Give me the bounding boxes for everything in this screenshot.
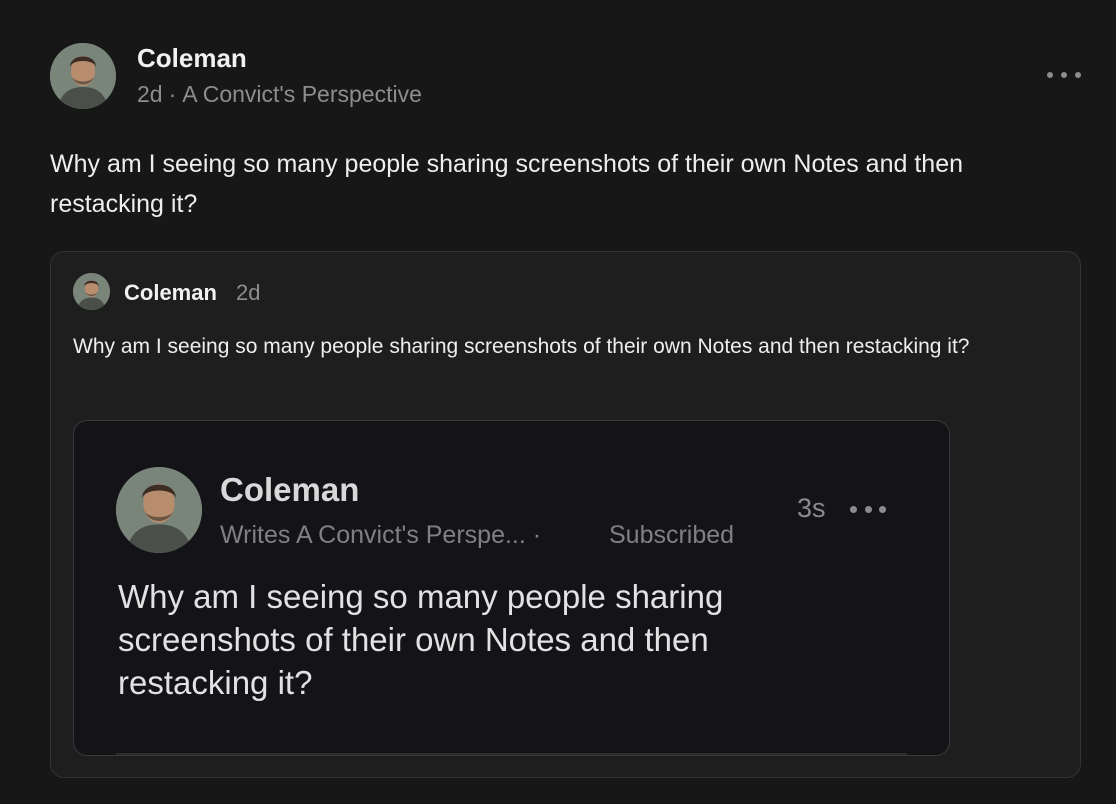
more-dot-icon [864,505,872,513]
more-options-button[interactable] [1047,62,1081,88]
note-post: Coleman 2d · A Convict's Perspective Why a… [0,0,1116,804]
screenshot-subscribed-status: Subscribed [609,521,735,549]
screenshot-writes-label: Writes A Convict's Perspe... · [220,521,541,550]
more-dot-icon [879,505,886,513]
avatar-portrait-icon [73,273,110,310]
quoted-author-avatar[interactable] [73,273,110,310]
more-dot-icon [1061,72,1067,78]
screenshot-more-icon [850,499,886,519]
screenshot-author-name: Coleman [220,471,360,508]
quoted-author-name[interactable]: Coleman [124,280,217,306]
more-dot-icon [850,505,857,513]
author-name[interactable]: Coleman [137,43,247,74]
post-time: 2d [137,81,163,107]
screenshot-divider [116,753,907,755]
quoted-note-card[interactable]: Coleman 2d Why am I seeing so many peopl… [50,251,1081,778]
screenshot-time: 3s [797,493,826,523]
post-meta: 2d · A Convict's Perspective [137,81,422,108]
author-avatar[interactable] [50,43,116,109]
publication-link[interactable]: A Convict's Perspective [182,81,422,107]
quoted-time: 2d [236,280,261,305]
screenshot-separator: · [532,521,542,549]
avatar-portrait-icon [116,467,202,553]
quoted-body: Why am I seeing so many people sharing s… [73,335,970,358]
screenshot-body: Why am I seeing so many people sharing s… [118,578,724,701]
note-screenshot-image[interactable]: Coleman Writes A Convict's Perspe... · S… [73,420,950,756]
screenshot-writes-text: Writes A Convict's Perspe... [220,521,526,549]
screenshot-author-avatar [116,467,202,553]
more-dot-icon [1047,72,1053,78]
meta-separator: · [168,81,177,107]
avatar-portrait-icon [50,43,116,109]
post-body: Why am I seeing so many people sharing s… [50,150,964,218]
more-dot-icon [1075,72,1081,78]
